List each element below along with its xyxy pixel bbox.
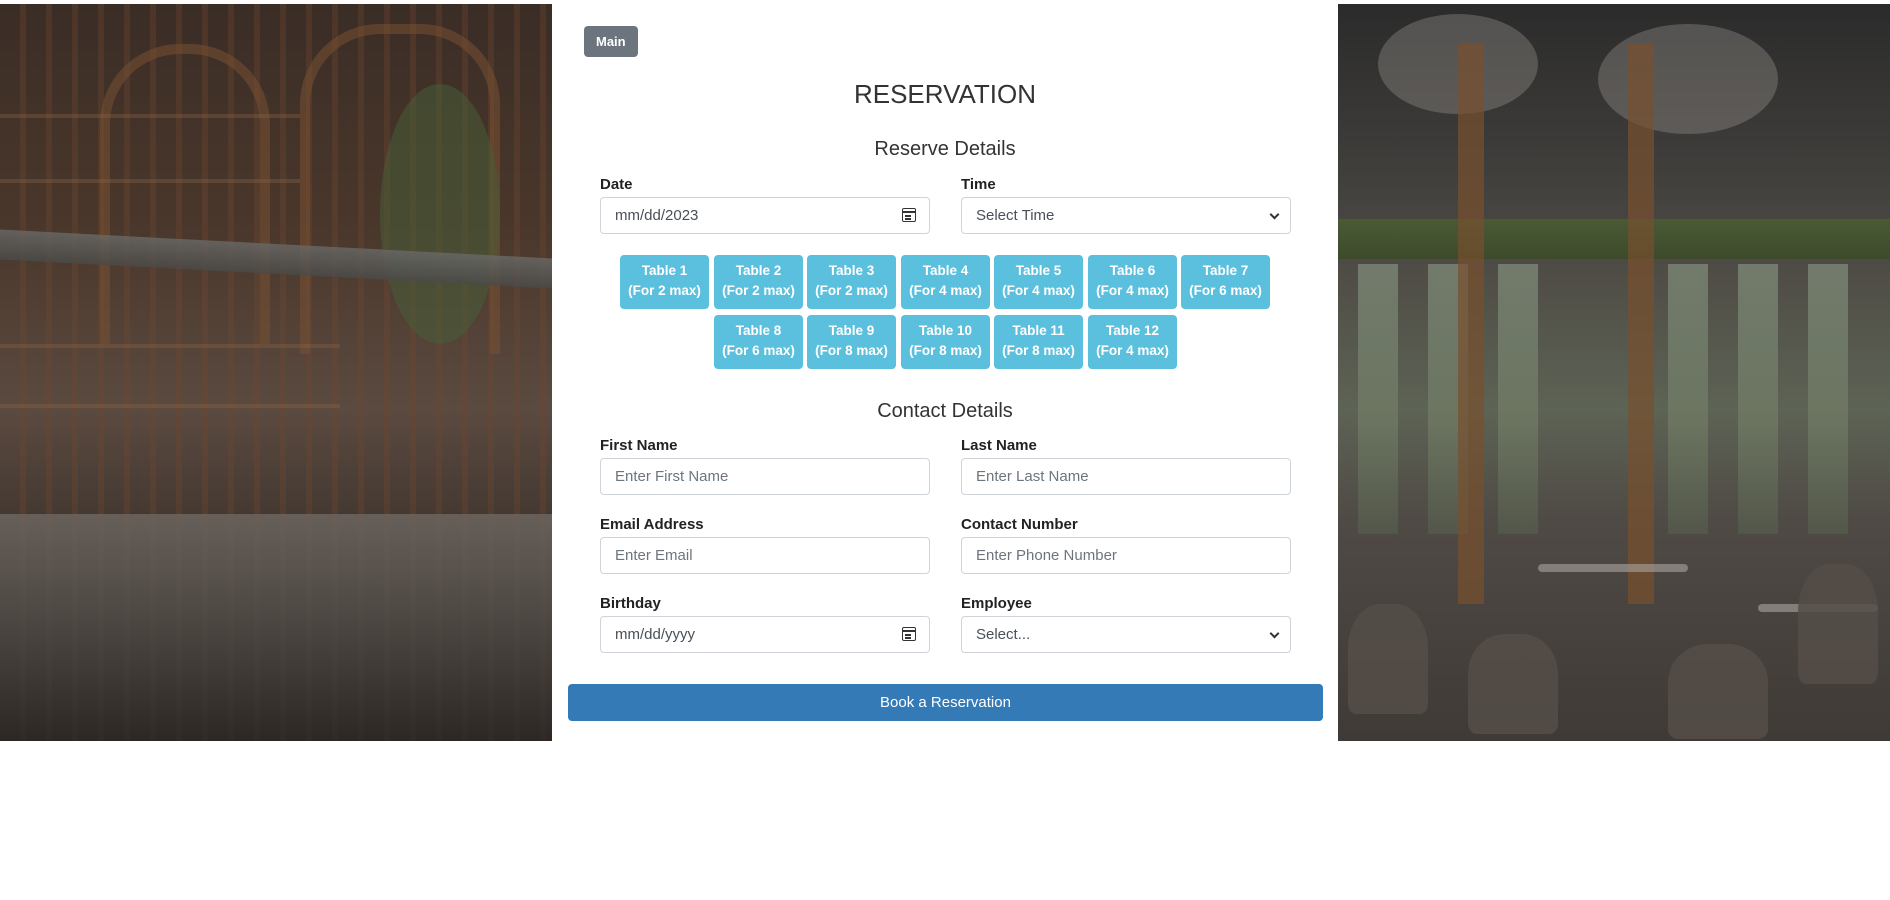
birthday-input[interactable]: mm/dd/yyyy — [600, 616, 930, 653]
table-button-9[interactable]: Table 9 (For 8 max) — [807, 315, 896, 369]
table-capacity: (For 4 max) — [1096, 343, 1169, 358]
table-capacity: (For 8 max) — [1002, 343, 1075, 358]
table-capacity: (For 4 max) — [1002, 283, 1075, 298]
table-name: Table 5 — [1015, 263, 1062, 278]
calendar-icon[interactable] — [902, 208, 916, 222]
table-capacity: (For 8 max) — [815, 343, 888, 358]
date-input[interactable]: mm/dd/2023 — [600, 197, 930, 234]
table-button-4[interactable]: Table 4 (For 4 max) — [901, 255, 990, 309]
table-name: Table 1 — [641, 263, 688, 278]
chevron-down-icon — [1269, 209, 1280, 220]
table-name: Table 10 — [918, 323, 973, 338]
date-label: Date — [600, 176, 633, 193]
email-input[interactable]: Enter Email — [600, 537, 930, 574]
table-capacity: (For 6 max) — [722, 343, 795, 358]
employee-value: Select... — [976, 626, 1031, 643]
table-button-5[interactable]: Table 5 (For 4 max) — [994, 255, 1083, 309]
table-capacity: (For 6 max) — [1189, 283, 1262, 298]
calendar-icon[interactable] — [902, 627, 916, 641]
last-name-input[interactable]: Enter Last Name — [961, 458, 1291, 495]
dining-room-image — [1338, 4, 1890, 741]
first-name-input[interactable]: Enter First Name — [600, 458, 930, 495]
table-button-10[interactable]: Table 10 (For 8 max) — [901, 315, 990, 369]
table-button-12[interactable]: Table 12 (For 4 max) — [1088, 315, 1177, 369]
table-button-7[interactable]: Table 7 (For 6 max) — [1181, 255, 1270, 309]
table-capacity: (For 2 max) — [628, 283, 701, 298]
phone-label: Contact Number — [961, 516, 1078, 533]
table-name: Table 9 — [828, 323, 875, 338]
email-placeholder: Enter Email — [615, 547, 693, 564]
table-name: Table 6 — [1109, 263, 1156, 278]
first-name-placeholder: Enter First Name — [615, 468, 729, 485]
employee-select[interactable]: Select... — [961, 616, 1291, 653]
main-button[interactable]: Main — [584, 26, 638, 57]
date-value: mm/dd/2023 — [615, 207, 699, 224]
birthday-value: mm/dd/yyyy — [615, 626, 696, 643]
time-label: Time — [961, 176, 996, 193]
table-capacity: (For 4 max) — [909, 283, 982, 298]
table-button-2[interactable]: Table 2 (For 2 max) — [714, 255, 803, 309]
phone-input[interactable]: Enter Phone Number — [961, 537, 1291, 574]
book-reservation-button[interactable]: Book a Reservation — [568, 684, 1323, 721]
first-name-label: First Name — [600, 437, 678, 454]
table-name: Table 7 — [1202, 263, 1249, 278]
table-button-8[interactable]: Table 8 (For 6 max) — [714, 315, 803, 369]
table-name: Table 8 — [735, 323, 782, 338]
reserve-details-heading: Reserve Details — [874, 138, 1016, 160]
time-select[interactable]: Select Time — [961, 197, 1291, 234]
table-capacity: (For 2 max) — [815, 283, 888, 298]
table-button-11[interactable]: Table 11 (For 8 max) — [994, 315, 1083, 369]
table-name: Table 3 — [828, 263, 875, 278]
employee-label: Employee — [961, 595, 1032, 612]
contact-details-heading: Contact Details — [877, 400, 1013, 422]
table-button-1[interactable]: Table 1 (For 2 max) — [620, 255, 709, 309]
page-title: RESERVATION — [853, 79, 1037, 109]
table-capacity: (For 2 max) — [722, 283, 795, 298]
last-name-placeholder: Enter Last Name — [976, 468, 1089, 485]
chevron-down-icon — [1269, 628, 1280, 639]
table-name: Table 4 — [922, 263, 969, 278]
table-button-3[interactable]: Table 3 (For 2 max) — [807, 255, 896, 309]
table-capacity: (For 4 max) — [1096, 283, 1169, 298]
last-name-label: Last Name — [961, 437, 1037, 454]
reservation-card: Main RESERVATION Reserve Details Date mm… — [552, 4, 1338, 741]
table-button-6[interactable]: Table 6 (For 4 max) — [1088, 255, 1177, 309]
birthday-label: Birthday — [600, 595, 661, 612]
table-name: Table 2 — [735, 263, 782, 278]
time-value: Select Time — [976, 207, 1055, 224]
table-name: Table 12 — [1105, 323, 1160, 338]
email-label: Email Address — [600, 516, 704, 533]
phone-placeholder: Enter Phone Number — [976, 547, 1117, 564]
table-name: Table 11 — [1012, 323, 1065, 338]
bar-interior-image — [0, 4, 552, 741]
table-capacity: (For 8 max) — [909, 343, 982, 358]
